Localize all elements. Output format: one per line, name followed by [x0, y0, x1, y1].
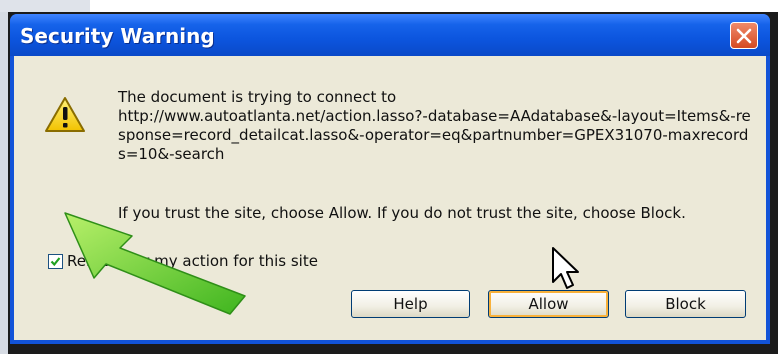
title-bar[interactable]: Security Warning — [10, 14, 770, 56]
close-button[interactable] — [730, 22, 758, 49]
close-icon — [736, 28, 752, 44]
target-url: http://www.autoatlanta.net/action.lasso?… — [118, 107, 751, 163]
background-panel — [0, 0, 90, 12]
dialog-title: Security Warning — [20, 24, 215, 48]
warning-icon — [45, 97, 85, 132]
message-text: The document is trying to connect to htt… — [118, 88, 756, 164]
help-button[interactable]: Help — [351, 290, 470, 318]
allow-button[interactable]: Allow — [488, 290, 609, 318]
mouse-pointer-icon — [552, 247, 579, 289]
message-intro: The document is trying to connect to — [118, 88, 397, 106]
green-arrow-icon — [64, 212, 246, 315]
block-button[interactable]: Block — [625, 290, 746, 318]
background-strip — [0, 0, 778, 12]
